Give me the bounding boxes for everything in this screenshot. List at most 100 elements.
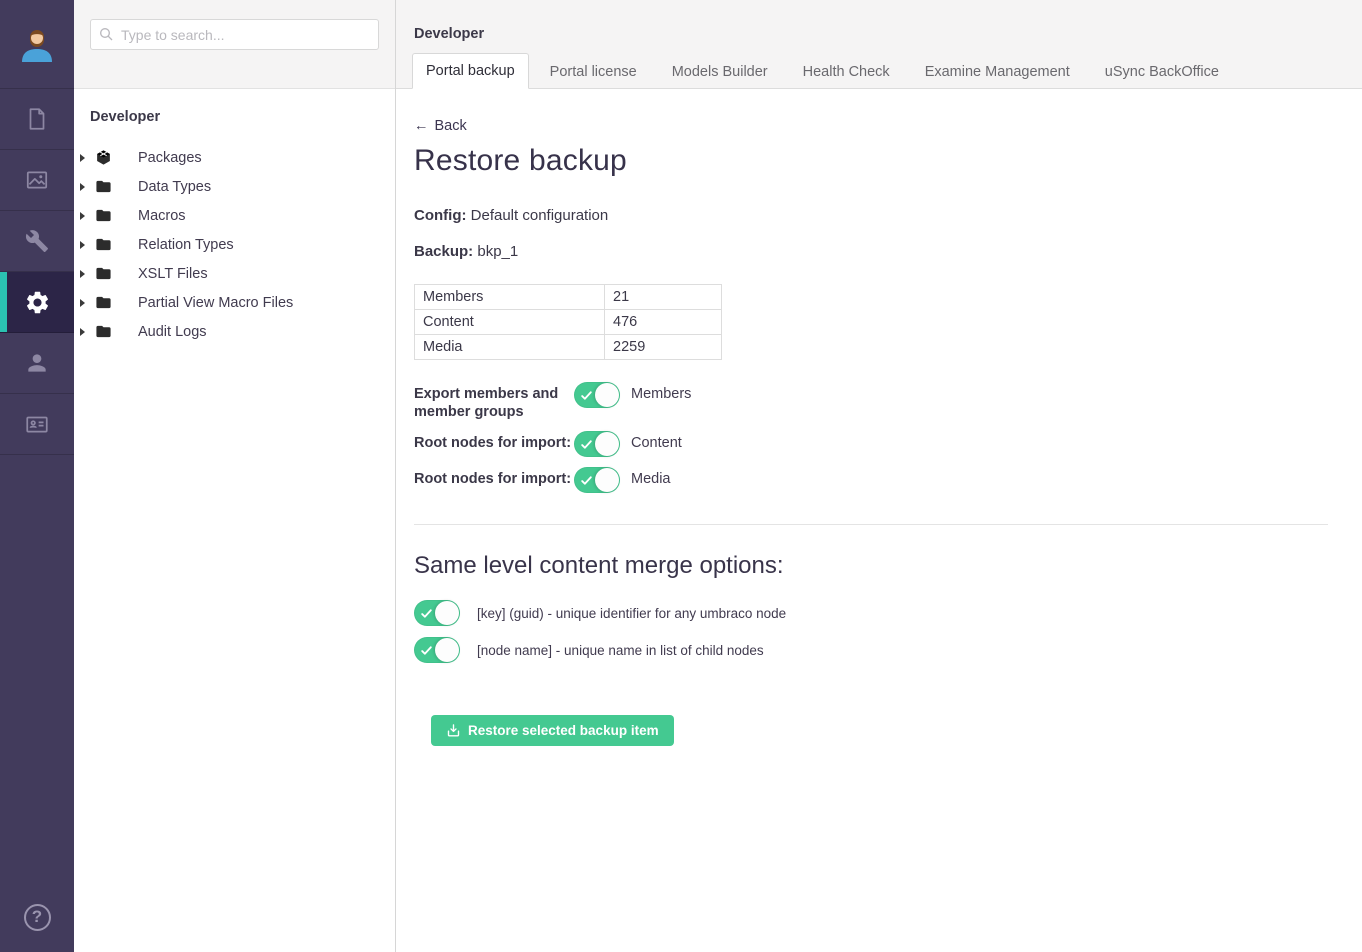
toggle-label: Media: [631, 467, 671, 487]
toggle-knob: [595, 468, 619, 492]
app-rail: ?: [0, 0, 74, 952]
caret-right-icon[interactable]: [80, 241, 85, 249]
toggle-row-label: Root nodes for import:: [414, 467, 574, 488]
id-card-icon: [24, 411, 50, 437]
main-header: Developer Portal backup Portal license M…: [396, 0, 1362, 89]
tab-portal-backup[interactable]: Portal backup: [412, 53, 529, 89]
merge-option-label: [key] (guid) - unique identifier for any…: [477, 606, 786, 621]
toggle-row-media: Root nodes for import: Media: [414, 467, 1344, 493]
key-guid-toggle[interactable]: [414, 600, 460, 626]
tree-item-label: Partial View Macro Files: [138, 295, 293, 311]
config-label: Config:: [414, 207, 466, 224]
section-settings[interactable]: [0, 211, 74, 272]
caret-right-icon[interactable]: [80, 328, 85, 336]
stat-value: 21: [605, 285, 722, 310]
tree-item-packages[interactable]: Packages: [74, 143, 395, 172]
merge-options: [key] (guid) - unique identifier for any…: [414, 600, 1344, 663]
tab-health-check[interactable]: Health Check: [789, 54, 904, 89]
tab-usync-backoffice[interactable]: uSync BackOffice: [1091, 54, 1233, 89]
package-icon: [95, 149, 112, 166]
restore-selected-backup-button[interactable]: Restore selected backup item: [431, 715, 674, 746]
toggle-knob: [435, 601, 459, 625]
search-area: [74, 0, 395, 89]
stat-label: Media: [415, 335, 605, 360]
stat-label: Content: [415, 310, 605, 335]
tree-item-macros[interactable]: Macros: [74, 201, 395, 230]
tree-item-audit-logs[interactable]: Audit Logs: [74, 317, 395, 346]
user-avatar: [18, 24, 56, 64]
help-button[interactable]: ?: [0, 882, 74, 952]
tree-item-xslt-files[interactable]: XSLT Files: [74, 259, 395, 288]
tree-item-label: XSLT Files: [138, 266, 208, 282]
restore-backup-panel: ← Back Restore backup Config: Default co…: [396, 89, 1362, 952]
tab-portal-license[interactable]: Portal license: [536, 54, 651, 89]
gear-icon: [24, 289, 51, 316]
folder-icon: [95, 236, 112, 253]
section-media[interactable]: [0, 150, 74, 211]
search-input[interactable]: [90, 19, 379, 50]
tree-item-label: Data Types: [138, 179, 211, 195]
toggle-row-label: Root nodes for import:: [414, 431, 574, 452]
tree-item-label: Packages: [138, 150, 202, 166]
section-members[interactable]: [0, 394, 74, 455]
merge-option-node-name: [node name] - unique name in list of chi…: [414, 637, 1344, 663]
section-users[interactable]: [0, 333, 74, 394]
page-section-title: Developer: [414, 26, 484, 42]
folder-icon: [95, 294, 112, 311]
help-icon: ?: [24, 904, 51, 931]
backup-label: Backup:: [414, 243, 473, 260]
merge-options-heading: Same level content merge options:: [414, 552, 1344, 580]
table-row: Content 476: [415, 310, 722, 335]
folder-icon: [95, 207, 112, 224]
content-toggle[interactable]: [574, 431, 620, 457]
toggle-row-content: Root nodes for import: Content: [414, 431, 1344, 457]
backup-line: Backup: bkp_1: [414, 243, 1344, 260]
tree-item-partial-view-macro-files[interactable]: Partial View Macro Files: [74, 288, 395, 317]
folder-icon: [95, 265, 112, 282]
main-area: Developer Portal backup Portal license M…: [396, 0, 1362, 952]
tree-item-label: Audit Logs: [138, 324, 207, 340]
section-developer[interactable]: [0, 272, 74, 333]
rail-spacer: [0, 455, 74, 882]
back-link[interactable]: ← Back: [414, 118, 467, 134]
table-row: Media 2259: [415, 335, 722, 360]
tree-item-relation-types[interactable]: Relation Types: [74, 230, 395, 259]
toggle-knob: [595, 432, 619, 456]
toggle-label: Content: [631, 431, 682, 451]
toggle-knob: [435, 638, 459, 662]
restore-icon: [446, 723, 461, 738]
stat-label: Members: [415, 285, 605, 310]
toggle-row-members: Export members and member groups Members: [414, 382, 1344, 421]
tree-panel: Developer Packages Data Types: [74, 0, 396, 952]
config-line: Config: Default configuration: [414, 207, 1344, 224]
tab-models-builder[interactable]: Models Builder: [658, 54, 782, 89]
caret-right-icon[interactable]: [80, 270, 85, 278]
section-divider: [414, 524, 1328, 525]
config-value: Default configuration: [471, 207, 609, 224]
tab-examine-management[interactable]: Examine Management: [911, 54, 1084, 89]
caret-right-icon[interactable]: [80, 183, 85, 191]
wrench-icon: [25, 229, 49, 253]
user-avatar-button[interactable]: [0, 0, 74, 89]
toggle-label: Members: [631, 382, 691, 402]
section-content[interactable]: [0, 89, 74, 150]
toggle-row-label: Export members and member groups: [414, 382, 574, 421]
tab-bar: Portal backup Portal license Models Buil…: [412, 53, 1240, 89]
toggle-knob: [595, 383, 619, 407]
tree-item-data-types[interactable]: Data Types: [74, 172, 395, 201]
members-toggle[interactable]: [574, 382, 620, 408]
merge-option-label: [node name] - unique name in list of chi…: [477, 643, 764, 658]
media-toggle[interactable]: [574, 467, 620, 493]
tree-section-title: Developer: [74, 109, 395, 125]
back-link-label: Back: [435, 118, 467, 134]
person-icon: [24, 350, 50, 376]
document-icon: [24, 106, 50, 132]
caret-right-icon[interactable]: [80, 154, 85, 162]
import-toggle-rows: Export members and member groups Members…: [414, 382, 1344, 493]
restore-button-label: Restore selected backup item: [468, 723, 659, 738]
node-name-toggle[interactable]: [414, 637, 460, 663]
caret-right-icon[interactable]: [80, 212, 85, 220]
image-icon: [24, 167, 50, 193]
caret-right-icon[interactable]: [80, 299, 85, 307]
search-icon: [98, 26, 114, 47]
